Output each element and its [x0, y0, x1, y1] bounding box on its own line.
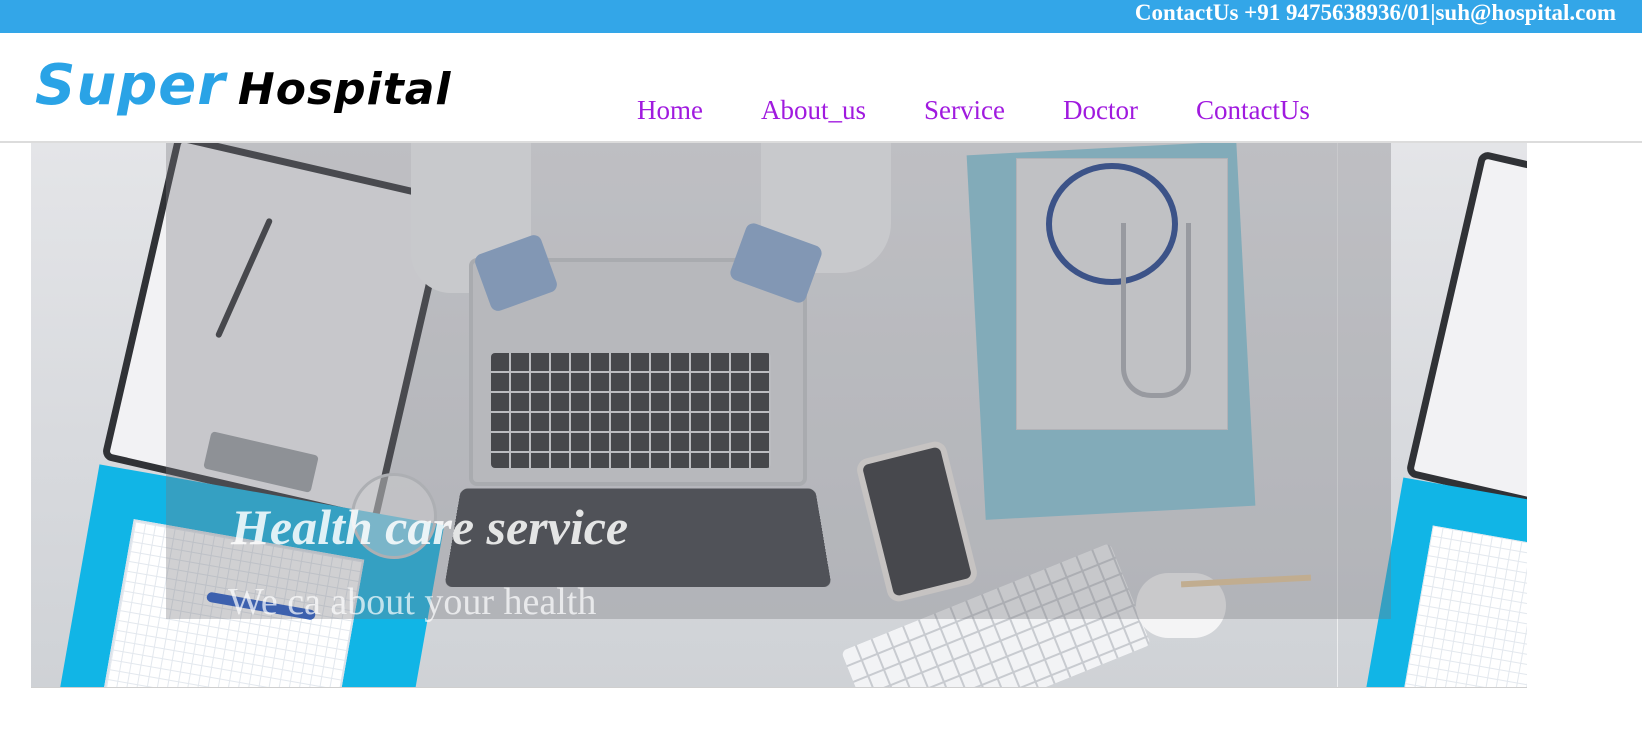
main-nav: Home About_us Service Doctor ContactUs	[637, 95, 1368, 126]
hero-title: Health care service	[231, 499, 629, 555]
nav-link-service[interactable]: Service	[924, 95, 1005, 126]
logo-word-super: Super	[35, 53, 226, 118]
contact-info-text: ContactUs +91 9475638936/01|suh@hospital…	[1134, 0, 1616, 25]
hero-subtitle: We ca about your health	[228, 581, 597, 623]
site-header: Super Hospital Home About_us Service Doct…	[0, 33, 1642, 143]
next-slide-clipboard-graphic	[1405, 150, 1527, 506]
nav-link-about-us[interactable]: About_us	[761, 95, 866, 126]
hero-slider[interactable]: Health care service We ca about your hea…	[31, 143, 1527, 688]
contact-topbar: ContactUs +91 9475638936/01|suh@hospital…	[0, 0, 1642, 33]
nav-link-doctor[interactable]: Doctor	[1063, 95, 1138, 126]
site-logo[interactable]: Super Hospital	[35, 53, 452, 118]
nav-link-contactus[interactable]: ContactUs	[1196, 95, 1310, 126]
nav-link-home[interactable]: Home	[637, 95, 703, 126]
logo-word-hospital: Hospital	[237, 64, 452, 115]
